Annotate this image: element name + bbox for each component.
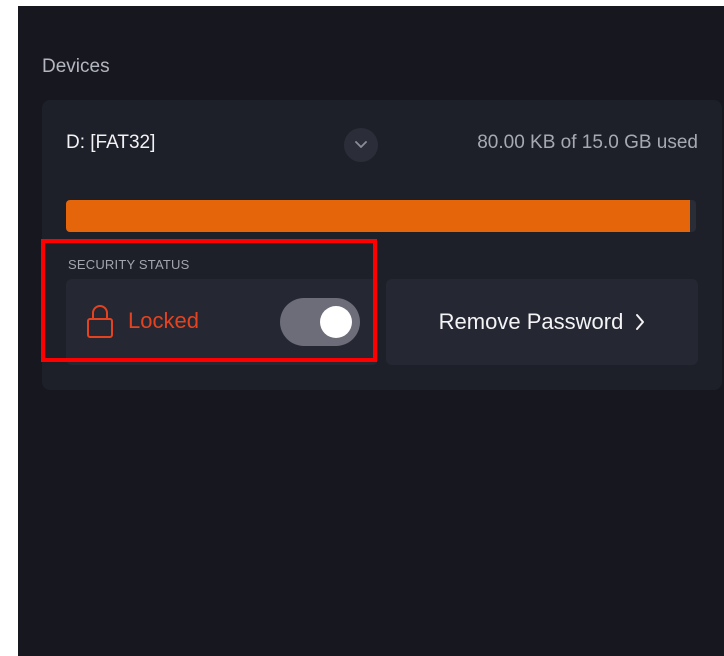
drive-name: D: [FAT32] [66, 132, 156, 153]
security-status-panel: Locked [66, 279, 378, 365]
remove-password-label: Remove Password [438, 309, 624, 334]
security-status-text: Locked [128, 308, 199, 333]
storage-usage-fill [66, 200, 690, 232]
lock-toggle[interactable] [280, 298, 360, 346]
storage-usage-bar [66, 200, 696, 232]
section-title-devices: Devices [42, 56, 110, 77]
storage-usage-text: 80.00 KB of 15.0 GB used [477, 132, 698, 153]
chevron-right-icon [636, 314, 645, 330]
device-card: D: [FAT32] 80.00 KB of 15.0 GB used SECU… [42, 100, 722, 390]
lock-icon [87, 305, 113, 338]
toggle-knob [320, 306, 352, 338]
security-status-label: SECURITY STATUS [68, 257, 190, 272]
expand-device-button[interactable] [344, 128, 378, 162]
app-window: Devices D: [FAT32] 80.00 KB of 15.0 GB u… [18, 6, 724, 656]
remove-password-button[interactable]: Remove Password [386, 279, 698, 365]
chevron-down-icon [355, 141, 367, 148]
